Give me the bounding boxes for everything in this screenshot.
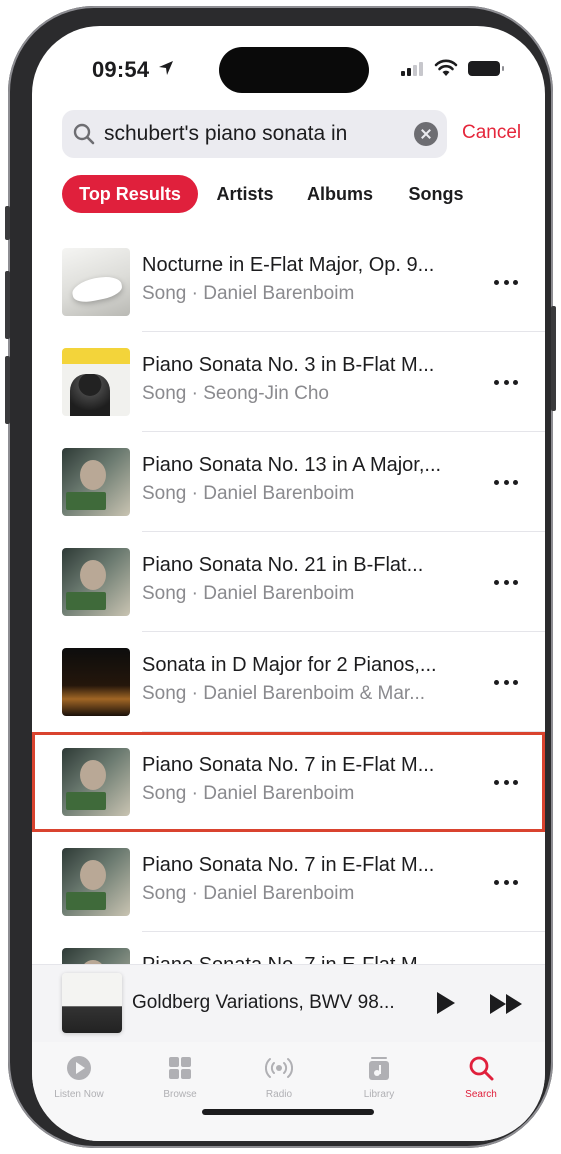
now-playing-title[interactable]: Goldberg Variations, BWV 98... [132, 992, 420, 1014]
now-playing-art [62, 973, 122, 1033]
more-options-icon[interactable] [492, 768, 520, 796]
album-art [62, 848, 130, 916]
more-options-icon[interactable] [492, 668, 520, 696]
song-subtitle: Song · Daniel Barenboim [142, 783, 355, 804]
song-title: Piano Sonata No. 21 in B-Flat... [142, 554, 424, 576]
action-button [5, 206, 10, 240]
song-title: Piano Sonata No. 7 in E-Flat M... [142, 954, 472, 964]
radio-icon [265, 1058, 293, 1078]
tab-radio[interactable]: Radio [239, 1054, 319, 1100]
battery-icon [468, 61, 504, 76]
search-scope-tabs: Top Results Artists Albums Songs [62, 175, 532, 213]
result-row-highlighted[interactable]: Piano Sonata No. 7 in E-Flat M... Song ·… [32, 732, 545, 832]
tab-search[interactable]: Search [441, 1054, 521, 1100]
album-art [62, 548, 130, 616]
tab-albums[interactable]: Albums [298, 175, 382, 213]
more-options-icon[interactable] [492, 568, 520, 596]
volume-down-button [5, 356, 10, 424]
library-icon [369, 1057, 389, 1080]
more-options-icon[interactable] [492, 268, 520, 296]
volume-up-button [5, 271, 10, 339]
song-title: Piano Sonata No. 13 in A Major,... [142, 454, 442, 476]
screen: 09:54 schubert's piano sonata in Cancel … [32, 26, 545, 1141]
song-subtitle: Song · Daniel Barenboim & Mar... [142, 683, 426, 704]
tab-library[interactable]: Library [339, 1054, 419, 1100]
album-art [62, 948, 130, 964]
status-bar: 09:54 [32, 26, 545, 106]
tab-label: Radio [265, 1089, 293, 1100]
tab-artists[interactable]: Artists [207, 175, 283, 213]
result-row[interactable]: Piano Sonata No. 21 in B-Flat... Song · … [32, 532, 545, 632]
tab-label: Listen Now [54, 1089, 104, 1100]
more-options-icon[interactable] [492, 868, 520, 896]
album-art [62, 348, 130, 416]
cellular-signal-icon [401, 62, 423, 76]
search-icon [469, 1056, 494, 1081]
magnifier-icon [73, 123, 95, 145]
song-subtitle: Song · Daniel Barenboim [142, 583, 355, 604]
album-art [62, 248, 130, 316]
tab-songs[interactable]: Songs [398, 175, 474, 213]
song-title: Sonata in D Major for 2 Pianos,... [142, 654, 437, 676]
tab-bar: Listen Now Browse Radio Library Search [32, 1042, 545, 1141]
search-field[interactable]: schubert's piano sonata in [62, 110, 447, 158]
song-subtitle: Song · Daniel Barenboim [142, 283, 355, 304]
dynamic-island [219, 47, 369, 93]
song-subtitle: Song · Daniel Barenboim [142, 483, 355, 504]
result-row[interactable]: Piano Sonata No. 7 in E-Flat M... Song ·… [32, 832, 545, 932]
clear-text-icon[interactable] [414, 122, 438, 146]
wifi-icon [434, 59, 458, 76]
location-arrow-icon [159, 61, 173, 75]
cancel-button[interactable]: Cancel [462, 122, 521, 144]
home-indicator[interactable] [202, 1109, 374, 1115]
result-row[interactable]: Piano Sonata No. 3 in B-Flat M... Song ·… [32, 332, 545, 432]
album-art [62, 748, 130, 816]
status-time: 09:54 [92, 57, 150, 82]
result-row[interactable]: Piano Sonata No. 7 in E-Flat M... [32, 932, 545, 964]
tab-browse[interactable]: Browse [140, 1054, 220, 1100]
tab-label: Library [363, 1089, 395, 1100]
listen-now-icon [67, 1056, 91, 1080]
search-input[interactable]: schubert's piano sonata in [104, 122, 408, 146]
album-art [62, 648, 130, 716]
play-icon[interactable] [437, 992, 455, 1014]
song-subtitle: Song · Seong-Jin Cho [142, 383, 329, 404]
power-button [551, 306, 556, 411]
result-row[interactable]: Nocturne in E-Flat Major, Op. 9... Song … [32, 232, 545, 332]
song-title: Piano Sonata No. 7 in E-Flat M... [142, 754, 435, 776]
tab-top-results[interactable]: Top Results [62, 175, 198, 213]
tab-label: Search [465, 1089, 497, 1100]
browse-icon [169, 1057, 191, 1079]
tab-listen-now[interactable]: Listen Now [39, 1054, 119, 1100]
result-row[interactable]: Sonata in D Major for 2 Pianos,... Song … [32, 632, 545, 732]
tab-label: Browse [163, 1089, 197, 1100]
phone-frame: 09:54 schubert's piano sonata in Cancel … [5, 6, 556, 1148]
result-row[interactable]: Piano Sonata No. 13 in A Major,... Song … [32, 432, 545, 532]
song-title: Nocturne in E-Flat Major, Op. 9... [142, 254, 435, 276]
more-options-icon[interactable] [492, 468, 520, 496]
song-title: Piano Sonata No. 3 in B-Flat M... [142, 354, 435, 376]
more-options-icon[interactable] [492, 368, 520, 396]
album-art [62, 448, 130, 516]
results-list: Nocturne in E-Flat Major, Op. 9... Song … [32, 232, 545, 964]
fast-forward-icon[interactable] [488, 993, 524, 1015]
song-subtitle: Song · Daniel Barenboim [142, 883, 355, 904]
song-title: Piano Sonata No. 7 in E-Flat M... [142, 854, 435, 876]
mini-player[interactable]: Goldberg Variations, BWV 98... [32, 964, 545, 1042]
